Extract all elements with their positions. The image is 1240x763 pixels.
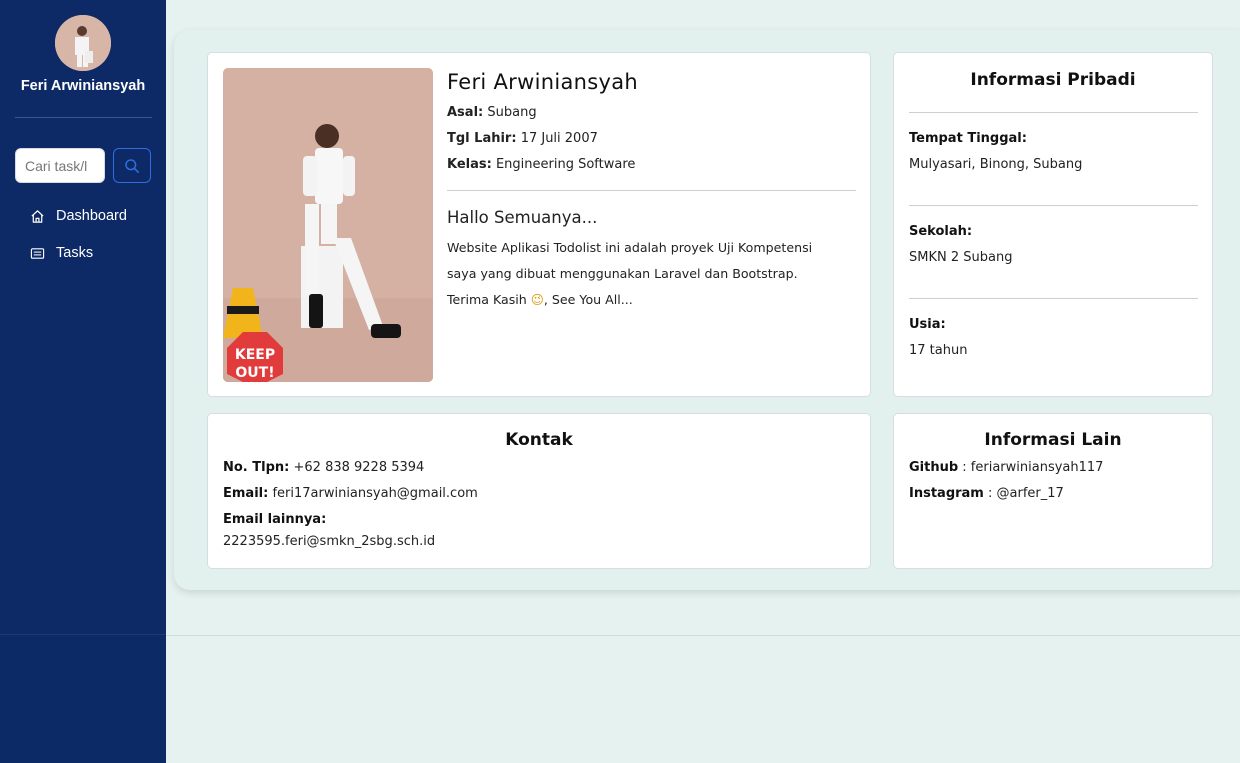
sidebar-divider: [15, 117, 152, 118]
residence-value: Mulyasari, Binong, Subang: [909, 157, 1083, 172]
age-value: 17 tahun: [909, 343, 968, 358]
personal-info-card: Informasi Pribadi Tempat Tinggal: Mulyas…: [893, 52, 1213, 397]
email2-label: Email lainnya:: [223, 512, 327, 527]
info-divider: [909, 205, 1198, 206]
field-value: Engineering Software: [495, 157, 636, 172]
description-line: Terima Kasih 😉, See You All...: [447, 287, 867, 313]
search-icon: [125, 158, 139, 173]
sidebar-item-dashboard[interactable]: Dashboard: [30, 205, 127, 227]
school-value: SMKN 2 Subang: [909, 250, 1013, 265]
github-label: Github: [909, 460, 959, 475]
sidebar-footer: [0, 634, 166, 763]
avatar[interactable]: [55, 15, 111, 71]
profile-divider: [447, 190, 856, 191]
sidebar: Feri Arwiniansyah Dashboard Tasks: [0, 0, 166, 763]
profile-photo: KEEP OUT!: [223, 68, 433, 382]
other-info-title: Informasi Lain: [984, 430, 1122, 450]
search-button[interactable]: [113, 148, 151, 183]
profile-origin: Asal: Subang: [447, 105, 537, 120]
see-you-text: , See You All...: [543, 292, 633, 307]
residence-label: Tempat Tinggal:: [909, 131, 1027, 146]
age-label: Usia:: [909, 317, 946, 332]
contact-email: Email: feri17arwiniansyah@gmail.com: [223, 486, 478, 501]
instagram-line: Instagram : @arfer_17: [909, 486, 1064, 501]
school-label: Sekolah:: [909, 224, 973, 239]
sidebar-item-label: Tasks: [56, 245, 94, 261]
field-label: Tgl Lahir:: [447, 131, 517, 146]
email-value: feri17arwiniansyah@gmail.com: [272, 486, 478, 501]
description-line: Website Aplikasi Todolist ini adalah pro…: [447, 240, 813, 255]
sidebar-item-label: Dashboard: [56, 208, 127, 224]
contact-title: Kontak: [505, 430, 573, 450]
profile-description: Website Aplikasi Todolist ini adalah pro…: [447, 235, 867, 313]
home-icon: [30, 208, 46, 224]
sidebar-item-tasks[interactable]: Tasks: [30, 242, 93, 264]
contact-card: Kontak No. Tlpn: +62 838 9228 5394 Email…: [207, 413, 871, 569]
profile-birthdate: Tgl Lahir: 17 Juli 2007: [447, 131, 598, 146]
contact-email2-label: Email lainnya:: [223, 512, 326, 527]
description-line: saya yang dibuat menggunakan Laravel dan…: [447, 266, 798, 281]
thanks-text: Terima Kasih: [447, 292, 527, 307]
profile-card: KEEP OUT! Feri Arwiniansyah Asal: Subang…: [207, 52, 871, 397]
github-value: : feriarwiniansyah117: [962, 460, 1104, 475]
instagram-value: : @arfer_17: [988, 486, 1064, 501]
other-info-card: Informasi Lain Github : feriarwiniansyah…: [893, 413, 1213, 569]
profile-name: Feri Arwiniansyah: [447, 70, 638, 94]
search-input[interactable]: [15, 148, 105, 183]
contact-phone: No. Tlpn: +62 838 9228 5394: [223, 460, 424, 475]
personal-info-title: Informasi Pribadi: [970, 70, 1136, 90]
sidebar-user-name: Feri Arwiniansyah: [20, 78, 146, 94]
avatar-photo: [55, 15, 111, 71]
page-divider: [166, 635, 1240, 636]
info-divider: [909, 298, 1198, 299]
contact-email2-value: 2223595.feri@smkn_2sbg.sch.id: [223, 534, 436, 549]
greeting-heading: Hallo Semuanya...: [447, 208, 598, 227]
field-label: Kelas:: [447, 157, 492, 172]
sign-line-1: KEEP: [235, 347, 275, 363]
instagram-label: Instagram: [909, 486, 984, 501]
field-label: Asal:: [447, 105, 484, 120]
field-value: 17 Juli 2007: [520, 131, 598, 146]
profile-class: Kelas: Engineering Software: [447, 157, 635, 172]
sign-line-2: OUT!: [235, 365, 274, 381]
wink-emoji-icon: 😉: [530, 292, 544, 307]
field-value: Subang: [487, 105, 537, 120]
github-line: Github : feriarwiniansyah117: [909, 460, 1103, 475]
phone-value: +62 838 9228 5394: [293, 460, 425, 475]
list-card-icon: [30, 245, 46, 261]
phone-label: No. Tlpn:: [223, 460, 290, 475]
email-label: Email:: [223, 486, 269, 501]
info-divider: [909, 112, 1198, 113]
